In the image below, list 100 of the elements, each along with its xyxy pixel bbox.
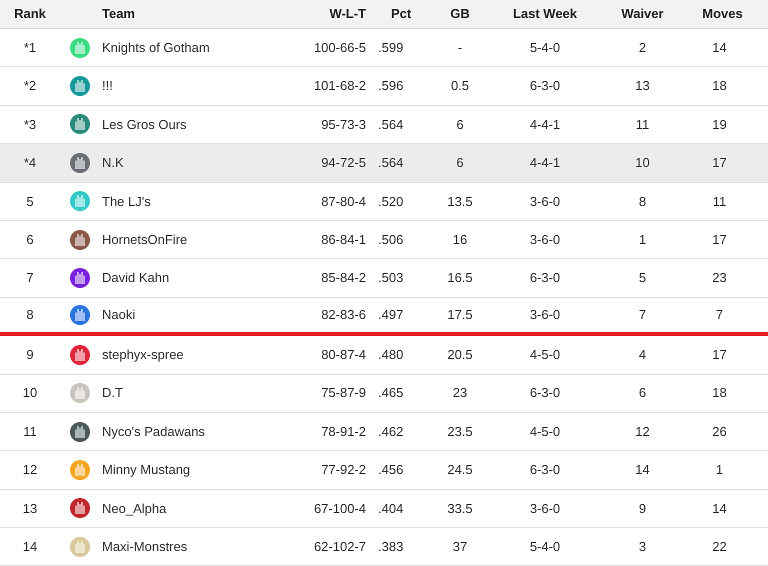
table-cell: 4-5-0 xyxy=(530,424,560,439)
table-cell: 19 xyxy=(712,116,727,132)
table-cell: 10 xyxy=(22,385,38,400)
table-cell: 17 xyxy=(712,232,727,247)
column-header[interactable]: Team xyxy=(102,6,135,22)
table-cell: 85-84-2 xyxy=(321,270,366,286)
table-cell: 5-4-0 xyxy=(530,40,560,55)
table-cell: 24.5 xyxy=(447,462,473,478)
table-cell: 20.5 xyxy=(447,347,473,362)
table-cell: 3-6-0 xyxy=(530,194,560,208)
table-cell: *4 xyxy=(24,155,36,170)
table-cell: 7 xyxy=(26,270,34,286)
table-cell: .564 xyxy=(378,116,404,132)
table-cell: 3-6-0 xyxy=(530,307,560,322)
table-cell: 6 xyxy=(26,232,34,247)
table-cell: 11 xyxy=(636,116,650,132)
column-header[interactable]: W-L-T xyxy=(329,6,366,22)
table-cell: 82-83-6 xyxy=(321,307,366,322)
table-cell: 62-102-7 xyxy=(314,539,366,554)
table-cell: 23 xyxy=(452,385,468,400)
table-cell: 4-5-0 xyxy=(530,347,560,362)
table-cell: *2 xyxy=(24,78,36,94)
table-cell: 6 xyxy=(456,116,464,132)
table-cell: .497 xyxy=(378,307,404,322)
table-cell: 9 xyxy=(26,347,34,362)
table-cell: .456 xyxy=(378,462,404,478)
team-name-link[interactable]: Minny Mustang xyxy=(102,460,190,480)
table-cell: 4-4-1 xyxy=(530,116,560,132)
table-cell: 13.5 xyxy=(447,194,473,208)
standings-row[interactable]: 13 Neo_Alpha 67-100-4 .404 33.5 3-6-0 9 14 xyxy=(0,490,768,528)
team-name-link[interactable]: Nyco's Padawans xyxy=(102,422,205,442)
table-cell: *1 xyxy=(24,40,36,55)
column-header[interactable]: Rank xyxy=(14,6,46,22)
table-cell: 1 xyxy=(716,462,724,478)
table-cell: 6-3-0 xyxy=(530,78,560,94)
team-name-link[interactable]: !!! xyxy=(102,76,113,96)
table-cell: 75-87-9 xyxy=(321,385,366,400)
table-cell: .599 xyxy=(378,40,404,55)
table-cell: 18 xyxy=(712,78,727,94)
table-cell: 6 xyxy=(456,155,464,170)
table-cell: 6-3-0 xyxy=(530,385,560,400)
table-cell: .596 xyxy=(378,78,404,94)
table-cell: 4-4-1 xyxy=(530,155,560,170)
table-cell: .404 xyxy=(378,500,404,516)
table-cell: 95-73-3 xyxy=(321,116,366,132)
table-cell: 67-100-4 xyxy=(314,500,366,516)
table-cell: 17 xyxy=(712,155,727,170)
team-name-link[interactable]: N.K xyxy=(102,153,124,173)
table-cell: 3 xyxy=(638,539,646,554)
table-cell: 14 xyxy=(712,40,727,55)
team-name-link[interactable]: D.T xyxy=(102,383,123,403)
team-name-link[interactable]: HornetsOnFire xyxy=(102,230,188,250)
table-cell: 80-87-4 xyxy=(321,347,366,362)
table-cell: 5 xyxy=(26,194,34,208)
table-cell: 2 xyxy=(638,40,646,55)
table-cell: .480 xyxy=(378,347,404,362)
table-cell: .462 xyxy=(378,424,404,439)
table-cell: .564 xyxy=(378,155,404,170)
table-cell: 5 xyxy=(638,270,646,286)
table-cell: 3-6-0 xyxy=(530,232,560,247)
standings-row[interactable]: 8 Naoki 82-83-6 .497 17.5 3-6-0 7 7 xyxy=(0,298,768,336)
table-cell: 3-6-0 xyxy=(530,500,560,516)
column-header[interactable]: Pct xyxy=(391,6,412,22)
table-cell: 13 xyxy=(635,78,650,94)
column-header[interactable]: Moves xyxy=(702,6,743,22)
table-cell: 1 xyxy=(638,232,646,247)
table-cell: 4 xyxy=(638,347,646,362)
table-cell: 23.5 xyxy=(447,424,473,439)
table-cell: 14 xyxy=(22,539,38,554)
table-cell: 9 xyxy=(638,500,646,516)
table-cell: 18 xyxy=(712,385,727,400)
team-name-link[interactable]: Knights of Gotham xyxy=(102,38,210,58)
team-name-link[interactable]: Les Gros Ours xyxy=(102,114,187,134)
table-cell: 11 xyxy=(712,194,726,208)
team-name-link[interactable]: The LJ's xyxy=(102,192,151,211)
table-cell: 26 xyxy=(712,424,727,439)
table-cell: 101-68-2 xyxy=(314,78,366,94)
table-cell: 11 xyxy=(23,424,37,439)
table-cell: .465 xyxy=(378,385,404,400)
table-cell: 94-72-5 xyxy=(321,155,366,170)
team-name-link[interactable]: Neo_Alpha xyxy=(102,498,166,518)
team-name-link[interactable]: Maxi-Monstres xyxy=(102,537,188,557)
table-cell: .520 xyxy=(378,194,404,208)
table-cell: 33.5 xyxy=(447,500,473,516)
table-cell: 8 xyxy=(638,194,646,208)
column-header[interactable]: GB xyxy=(450,6,470,22)
standings-row[interactable]: *4 N.K 94-72-5 .564 6 4-4-1 10 17 xyxy=(0,144,768,183)
team-name-link[interactable]: David Kahn xyxy=(102,268,170,288)
table-cell: 8 xyxy=(26,307,34,322)
table-cell: 12 xyxy=(22,462,38,478)
standings-row[interactable]: 10 D.T 75-87-9 .465 23 6-3-0 6 18 xyxy=(0,374,768,413)
column-header[interactable]: Waiver xyxy=(621,6,664,22)
team-name-link[interactable]: stephyx-spree xyxy=(102,345,184,365)
table-cell: 78-91-2 xyxy=(321,424,366,439)
table-cell: 77-92-2 xyxy=(321,462,366,478)
standings-row[interactable]: 5 The LJ's 87-80-4 .520 13.5 3-6-0 8 11 xyxy=(0,182,768,221)
column-header[interactable]: Last Week xyxy=(512,6,578,22)
table-cell: 13 xyxy=(22,500,38,516)
team-name-link[interactable]: Naoki xyxy=(102,305,136,325)
table-cell: 14 xyxy=(635,462,650,478)
